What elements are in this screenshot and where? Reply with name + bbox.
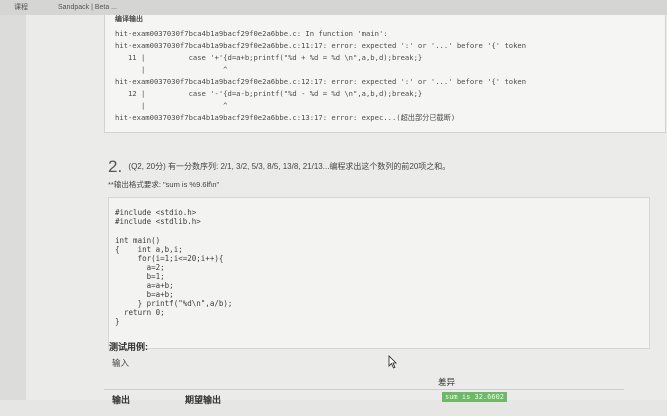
code-line: { int a,b,i; [115,245,183,254]
error-line: hit-exam0037030f7bca4b1a9bacf29f0e2a6bbe… [115,113,456,122]
question-number: 2. [108,157,123,176]
code-line: } printf("%d\n",a/b); [115,299,233,308]
left-gutter [0,15,26,400]
code-line: #include <stdio.h> [115,208,197,217]
code-line: for(i=1;i<=20;i++){ [115,254,224,263]
browser-tab-course[interactable]: 课程 [14,0,28,15]
code-line: a=2; [115,263,165,272]
error-line: hit-exam0037030f7bca4b1a9bacf29f0e2a6bbe… [115,41,527,50]
code-line: #include <stdlib.h> [115,217,201,226]
error-line: 12 | case '-'{d=a-b;printf("%d - %d = %d… [115,89,423,98]
error-line: hit-exam0037030f7bca4b1a9bacf29f0e2a6bbe… [115,77,527,86]
browser-tab-sandpack[interactable]: Sandpack | Beta ... [58,0,117,15]
exam-page: 编译输出 hit-exam0037030f7bca4b1a9bacf29f0e2… [26,15,667,405]
question-text: 有一分数序列: 2/1, 3/2, 5/3, 8/5, 13/8, 21/13.… [168,162,451,171]
compile-error-panel: 编译输出 hit-exam0037030f7bca4b1a9bacf29f0e2… [104,15,666,133]
question-title: 2. (Q2, 20分) 有一分数序列: 2/1, 3/2, 5/3, 8/5,… [108,157,450,177]
code-line: return 0; [115,308,165,317]
error-line: | ^ [115,65,228,74]
output-format-requirement: **输出格式要求: "sum is %9.6lf\n" [108,180,220,189]
question-meta: (Q2, 20分) [128,162,166,171]
code-editor[interactable]: #include <stdio.h> #include <stdlib.h> i… [108,197,650,349]
compile-error-heading: 编译输出 [115,16,143,23]
code-line: } [115,317,120,326]
error-line: 11 | case '+'{d=a+b;printf("%d + %d = %d… [115,53,423,62]
code-line: a=a+b; [115,281,174,290]
mouse-cursor-icon [388,355,397,369]
diff-column-header: 差异 [438,377,456,387]
code-line: b=a+b; [115,290,174,299]
error-line: | ^ [115,101,228,110]
code-line: int main() [115,236,161,245]
error-line: hit-exam0037030f7bca4b1a9bacf29f0e2a6bbe… [115,29,388,38]
test-cases-label: 测试用例: [109,342,148,352]
test-case-table-header: 输出 期望输出 [104,389,624,416]
browser-tab-bar: 课程 Sandpack | Beta ... [0,0,667,16]
input-label: 输入 [112,358,130,368]
code-line: b=1; [115,272,165,281]
